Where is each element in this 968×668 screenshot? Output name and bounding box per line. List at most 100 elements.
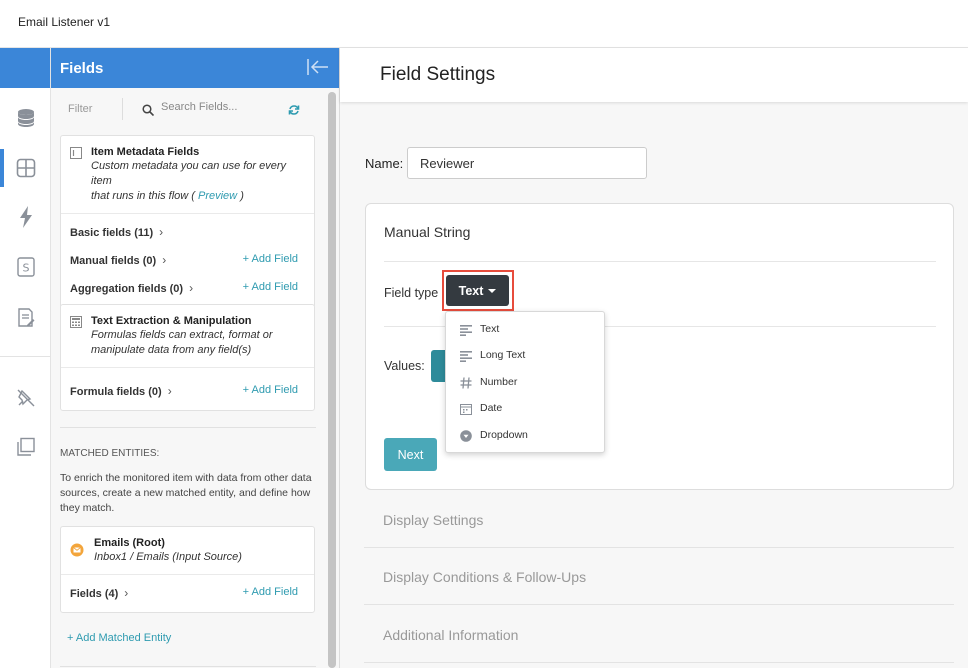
menu-item-label: Text (480, 323, 500, 335)
add-manual-field-link[interactable]: + Add Field (243, 253, 298, 265)
long-text-icon (460, 349, 472, 367)
manual-string-title: Manual String (384, 224, 471, 240)
menu-item-dropdown[interactable]: Dropdown (446, 423, 604, 449)
text-extraction-title: Text Extraction & Manipulation (91, 315, 252, 327)
manual-fields-label: Manual fields (0) › (70, 253, 166, 267)
app-title: Email Listener v1 (18, 15, 111, 29)
formula-fields-text: Formula fields (0) (70, 386, 162, 398)
emails-entity-header: Emails (Root) Inbox1 / Emails (Input Sou… (61, 527, 314, 575)
chevron-right-icon: › (167, 384, 172, 398)
search-icon (142, 103, 155, 121)
add-matched-entity-link[interactable]: + Add Matched Entity (67, 632, 171, 644)
scrollbar-thumb[interactable] (328, 92, 336, 668)
s-box-icon[interactable]: S (0, 252, 51, 282)
pin-off-icon[interactable] (0, 383, 51, 413)
text-extraction-desc-line1: Formulas fields can extract, format or (91, 329, 273, 341)
edit-document-icon[interactable] (0, 303, 51, 333)
add-email-field-link[interactable]: + Add Field (243, 586, 298, 598)
manual-fields-text: Manual fields (0) (70, 255, 157, 267)
search-fields-input[interactable] (161, 101, 281, 113)
section-divider (60, 427, 316, 428)
top-bar: Email Listener v1 (0, 0, 968, 48)
copy-icon[interactable] (0, 432, 51, 462)
email-icon (70, 543, 84, 562)
filter-separator (122, 98, 123, 120)
item-metadata-header: Item Metadata Fields Custom metadata you… (61, 136, 314, 214)
emails-entity-card: Emails (Root) Inbox1 / Emails (Input Sou… (60, 526, 315, 613)
text-lines-icon (460, 323, 472, 341)
field-type-label: Field type (384, 286, 439, 300)
emails-entity-title: Emails (Root) (94, 537, 165, 549)
rail-separator (0, 356, 51, 357)
text-extraction-desc-line2: manipulate data from any field(s) (91, 344, 252, 356)
matched-entities-title: MATCHED ENTITIES: (60, 448, 160, 459)
emails-entity-desc: Inbox1 / Emails (Input Source) (94, 551, 242, 563)
menu-item-text[interactable]: Text (446, 317, 604, 343)
filter-button[interactable]: Filter (68, 103, 92, 115)
field-settings-main: Field Settings Name: Manual String Field… (340, 48, 968, 668)
next-button[interactable]: Next (384, 438, 437, 471)
fields-panel-header: Fields (51, 48, 339, 88)
formula-fields-row[interactable]: Formula fields (0) › + Add Field (61, 376, 314, 404)
calendar-icon (460, 402, 472, 420)
accordion-label: Display Conditions & Follow-Ups (383, 569, 587, 585)
add-aggregation-field-link[interactable]: + Add Field (243, 281, 298, 293)
accordion-additional-information[interactable]: Additional Information (364, 606, 954, 663)
basic-fields-text: Basic fields (11) (70, 227, 154, 239)
item-metadata-title: Item Metadata Fields (91, 146, 200, 158)
chevron-right-icon: › (159, 225, 164, 239)
add-formula-field-link[interactable]: + Add Field (243, 384, 298, 396)
menu-item-label: Dropdown (480, 429, 528, 441)
fields-panel-scrollbar[interactable] (328, 92, 336, 668)
icon-rail: S (0, 48, 51, 668)
table-icon[interactable] (0, 153, 51, 183)
preview-link[interactable]: Preview (198, 190, 237, 202)
chevron-right-icon: › (162, 253, 167, 267)
accordion-label: Additional Information (383, 627, 519, 643)
emails-fields-text: Fields (4) (70, 588, 119, 600)
lightning-icon[interactable] (0, 202, 51, 232)
refresh-icon[interactable] (288, 103, 300, 121)
accordion-display-conditions[interactable]: Display Conditions & Follow-Ups (364, 548, 954, 605)
aggregation-fields-row[interactable]: Aggregation fields (0) › + Add Field (61, 273, 314, 301)
basic-fields-row[interactable]: Basic fields (11) › (61, 217, 314, 245)
field-type-value: Text (458, 283, 484, 298)
basic-fields-label: Basic fields (11) › (70, 225, 163, 239)
text-extraction-header: Text Extraction & Manipulation Formulas … (61, 305, 314, 368)
formula-fields-label: Formula fields (0) › (70, 384, 172, 398)
main-header: Field Settings (340, 48, 968, 102)
menu-item-long-text[interactable]: Long Text (446, 343, 604, 369)
item-metadata-desc: Custom metadata you can use for every it… (91, 159, 304, 204)
name-input[interactable] (407, 147, 647, 179)
item-metadata-desc-line1: Custom metadata you can use for every it… (91, 160, 287, 187)
aggregation-fields-label: Aggregation fields (0) › (70, 281, 193, 295)
menu-item-number[interactable]: Number (446, 370, 604, 396)
values-label: Values: (384, 359, 425, 373)
database-icon[interactable] (0, 103, 51, 133)
text-extraction-card: Text Extraction & Manipulation Formulas … (60, 304, 315, 411)
menu-item-date[interactable]: Date (446, 396, 604, 422)
page-title: Field Settings (380, 64, 496, 85)
metadata-icon (70, 146, 82, 164)
hash-icon (460, 376, 472, 394)
fields-panel-title: Fields (60, 60, 104, 77)
manual-fields-row[interactable]: Manual fields (0) › + Add Field (61, 245, 314, 273)
menu-item-label: Long Text (480, 349, 526, 361)
field-type-menu: Text Long Text Number Date Dropdown (445, 311, 605, 453)
rail-top-band (0, 48, 50, 88)
menu-item-label: Number (480, 376, 518, 388)
filter-bar: Filter (51, 88, 329, 128)
item-metadata-card: Item Metadata Fields Custom metadata you… (60, 135, 315, 308)
name-label: Name: (365, 156, 404, 171)
emails-fields-row[interactable]: Fields (4) › + Add Field (61, 578, 314, 606)
calculator-icon (70, 315, 82, 333)
menu-item-label: Date (480, 402, 503, 414)
field-type-dropdown-button[interactable]: Text (446, 275, 509, 306)
chevron-right-icon: › (124, 586, 129, 600)
matched-entities-desc: To enrich the monitored item with data f… (60, 472, 312, 514)
collapse-panel-icon[interactable] (307, 59, 329, 80)
emails-fields-label: Fields (4) › (70, 586, 128, 600)
accordion-display-settings[interactable]: Display Settings (364, 491, 954, 548)
item-metadata-desc-close: ) (240, 190, 244, 202)
bottom-divider (60, 666, 316, 667)
